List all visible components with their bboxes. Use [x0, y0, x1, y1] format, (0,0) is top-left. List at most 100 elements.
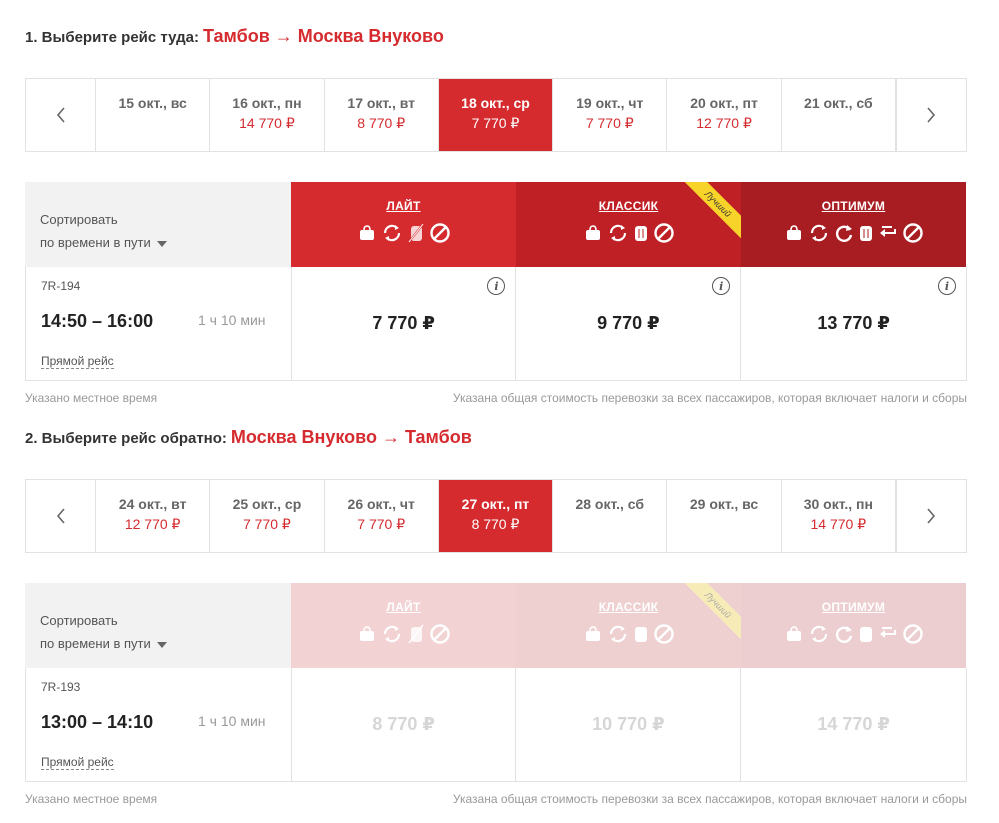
- date-label: 25 окт., ср: [232, 496, 302, 512]
- tariff-classic-header[interactable]: КЛАССИК Лучший: [516, 583, 741, 668]
- exchange-icon: [383, 224, 400, 242]
- tariff-optimum-header[interactable]: ОПТИМУМ: [741, 182, 966, 267]
- flight-time: 13:00 – 14:10: [41, 712, 154, 732]
- handbag-icon: [585, 225, 600, 240]
- outbound-date-bar: 15 окт., вс 16 окт., пн 14 770 ₽ 17 окт.,…: [25, 78, 967, 152]
- flight-duration: 1 ч 10 мин: [198, 312, 266, 328]
- exchange-icon: [810, 224, 827, 242]
- caret-down-icon: [156, 240, 167, 247]
- sort-label: Сортировать: [40, 613, 118, 628]
- outbound-label: 1. Выберите рейс туда:: [25, 29, 199, 46]
- tariff-lite-header[interactable]: ЛАЙТ: [291, 583, 516, 668]
- price-value: 14 770 ₽: [817, 714, 890, 734]
- price-cell-lite[interactable]: 8 770 ₽: [292, 668, 517, 781]
- sort-dropdown[interactable]: по времени в пути: [40, 636, 291, 651]
- price-cell-classic[interactable]: 10 770 ₽: [516, 668, 742, 781]
- price-cell-optimum[interactable]: 14 770 ₽: [741, 668, 966, 781]
- date-cell[interactable]: 21 окт., сб: [782, 79, 896, 151]
- date-label: 19 окт., чт: [576, 95, 644, 111]
- return-route: Москва Внуково → Тамбов: [230, 427, 472, 447]
- return-date-bar: 24 окт., вт 12 770 ₽ 25 окт., ср 7 770 ₽ 2…: [25, 479, 967, 553]
- no-refund-icon: [653, 624, 674, 644]
- tariff-name: ЛАЙТ: [386, 600, 421, 614]
- best-badge-label: Лучший: [702, 589, 734, 621]
- tariff-name: КЛАССИК: [598, 600, 659, 614]
- no-refund-icon: [429, 624, 450, 644]
- sort-value: по времени в пути: [40, 636, 151, 651]
- sort-dropdown[interactable]: по времени в пути: [40, 235, 291, 250]
- rebook-icon: [835, 626, 852, 643]
- date-label: 29 окт., вс: [689, 496, 759, 512]
- date-cell[interactable]: 20 окт., пт 12 770 ₽: [667, 79, 782, 151]
- direct-flight-link[interactable]: Прямой рейс: [41, 755, 114, 770]
- date-price: 7 770 ₽: [471, 115, 520, 131]
- price-cell-lite[interactable]: i 7 770 ₽: [292, 267, 517, 380]
- tariff-optimum-header[interactable]: ОПТИМУМ: [741, 583, 966, 668]
- handbag-icon: [359, 225, 374, 240]
- date-label: 28 окт., сб: [575, 496, 645, 512]
- date-label: 30 окт., пн: [803, 496, 873, 512]
- direct-flight-link[interactable]: Прямой рейс: [41, 354, 114, 369]
- prev-dates-button[interactable]: [26, 79, 96, 151]
- price-cell-optimum[interactable]: i 13 770 ₽: [741, 267, 966, 380]
- date-cell[interactable]: 29 окт., вс: [667, 480, 782, 552]
- price-value: 9 770 ₽: [597, 313, 660, 333]
- luggage-icon: [859, 627, 872, 642]
- prev-dates-button[interactable]: [26, 480, 96, 552]
- date-label: 16 окт., пн: [232, 95, 302, 111]
- flight-duration: 1 ч 10 мин: [198, 713, 266, 729]
- sort-box: Сортировать по времени в пути: [25, 583, 291, 668]
- date-cell[interactable]: 30 окт., пн 14 770 ₽: [782, 480, 896, 552]
- date-cell[interactable]: 25 окт., ср 7 770 ₽: [210, 480, 325, 552]
- date-label: 18 окт., ср: [461, 95, 530, 111]
- refund-icon: [879, 226, 896, 237]
- flight-info: 7R-193 13:00 – 14:10 1 ч 10 мин Прямой р…: [26, 668, 292, 781]
- exchange-icon: [383, 625, 400, 643]
- date-label: 15 окт., вс: [118, 95, 187, 111]
- date-cell-selected[interactable]: 27 окт., пт 8 770 ₽: [438, 480, 554, 552]
- date-cell[interactable]: 24 окт., вт 12 770 ₽: [96, 480, 211, 552]
- date-cell[interactable]: 26 окт., чт 7 770 ₽: [325, 480, 439, 552]
- date-cell-selected[interactable]: 18 окт., ср 7 770 ₽: [438, 79, 554, 151]
- chevron-left-icon: [56, 107, 65, 123]
- price-cell-classic[interactable]: i 9 770 ₽: [516, 267, 742, 380]
- best-badge-label: Лучший: [702, 188, 734, 220]
- rebook-icon: [835, 225, 852, 242]
- tariff-classic-header[interactable]: КЛАССИК Лучший: [516, 182, 741, 267]
- date-cell[interactable]: 16 окт., пн 14 770 ₽: [210, 79, 325, 151]
- luggage-icon: [634, 627, 647, 642]
- local-time-note: Указано местное время: [25, 792, 158, 806]
- date-label: 26 окт., чт: [347, 496, 415, 512]
- flight-info: 7R-194 14:50 – 16:00 1 ч 10 мин Прямой р…: [26, 267, 292, 380]
- outbound-fare-table: Сортировать по времени в пути ЛАЙТ КЛАСС…: [25, 182, 967, 381]
- next-dates-button[interactable]: [895, 79, 966, 151]
- info-icon[interactable]: i: [712, 277, 731, 295]
- handbag-icon: [786, 626, 801, 641]
- flight-number: 7R-194: [41, 279, 81, 293]
- info-icon[interactable]: i: [487, 277, 506, 295]
- tariff-lite-header[interactable]: ЛАЙТ: [291, 182, 516, 267]
- handbag-icon: [786, 225, 801, 240]
- tariff-name: ОПТИМУМ: [821, 600, 886, 614]
- return-label: 2. Выберите рейс обратно:: [25, 430, 227, 447]
- next-dates-button[interactable]: [895, 480, 966, 552]
- date-price: 8 770 ₽: [357, 115, 406, 131]
- date-cell[interactable]: 17 окт., вт 8 770 ₽: [325, 79, 439, 151]
- price-value: 13 770 ₽: [817, 313, 890, 333]
- price-value: 8 770 ₽: [372, 714, 435, 734]
- no-icon: [902, 223, 923, 243]
- flight-row: 7R-193 13:00 – 14:10 1 ч 10 мин Прямой р…: [25, 668, 967, 782]
- outbound-notes: Указано местное время Указана общая стои…: [25, 391, 967, 405]
- return-title: 2. Выберите рейс обратно: Москва Внуково…: [25, 427, 472, 448]
- best-badge: Лучший: [681, 583, 741, 642]
- exchange-icon: [810, 625, 827, 643]
- no-refund-icon: [429, 223, 450, 243]
- flight-row: 7R-194 14:50 – 16:00 1 ч 10 мин Прямой р…: [25, 267, 967, 381]
- date-cell[interactable]: 19 окт., чт 7 770 ₽: [553, 79, 668, 151]
- date-cell[interactable]: 28 окт., сб: [553, 480, 668, 552]
- info-icon[interactable]: i: [937, 277, 956, 295]
- local-time-note: Указано местное время: [25, 391, 158, 405]
- no-icon: [902, 624, 923, 644]
- handbag-icon: [585, 626, 600, 641]
- date-cell[interactable]: 15 окт., вс: [96, 79, 211, 151]
